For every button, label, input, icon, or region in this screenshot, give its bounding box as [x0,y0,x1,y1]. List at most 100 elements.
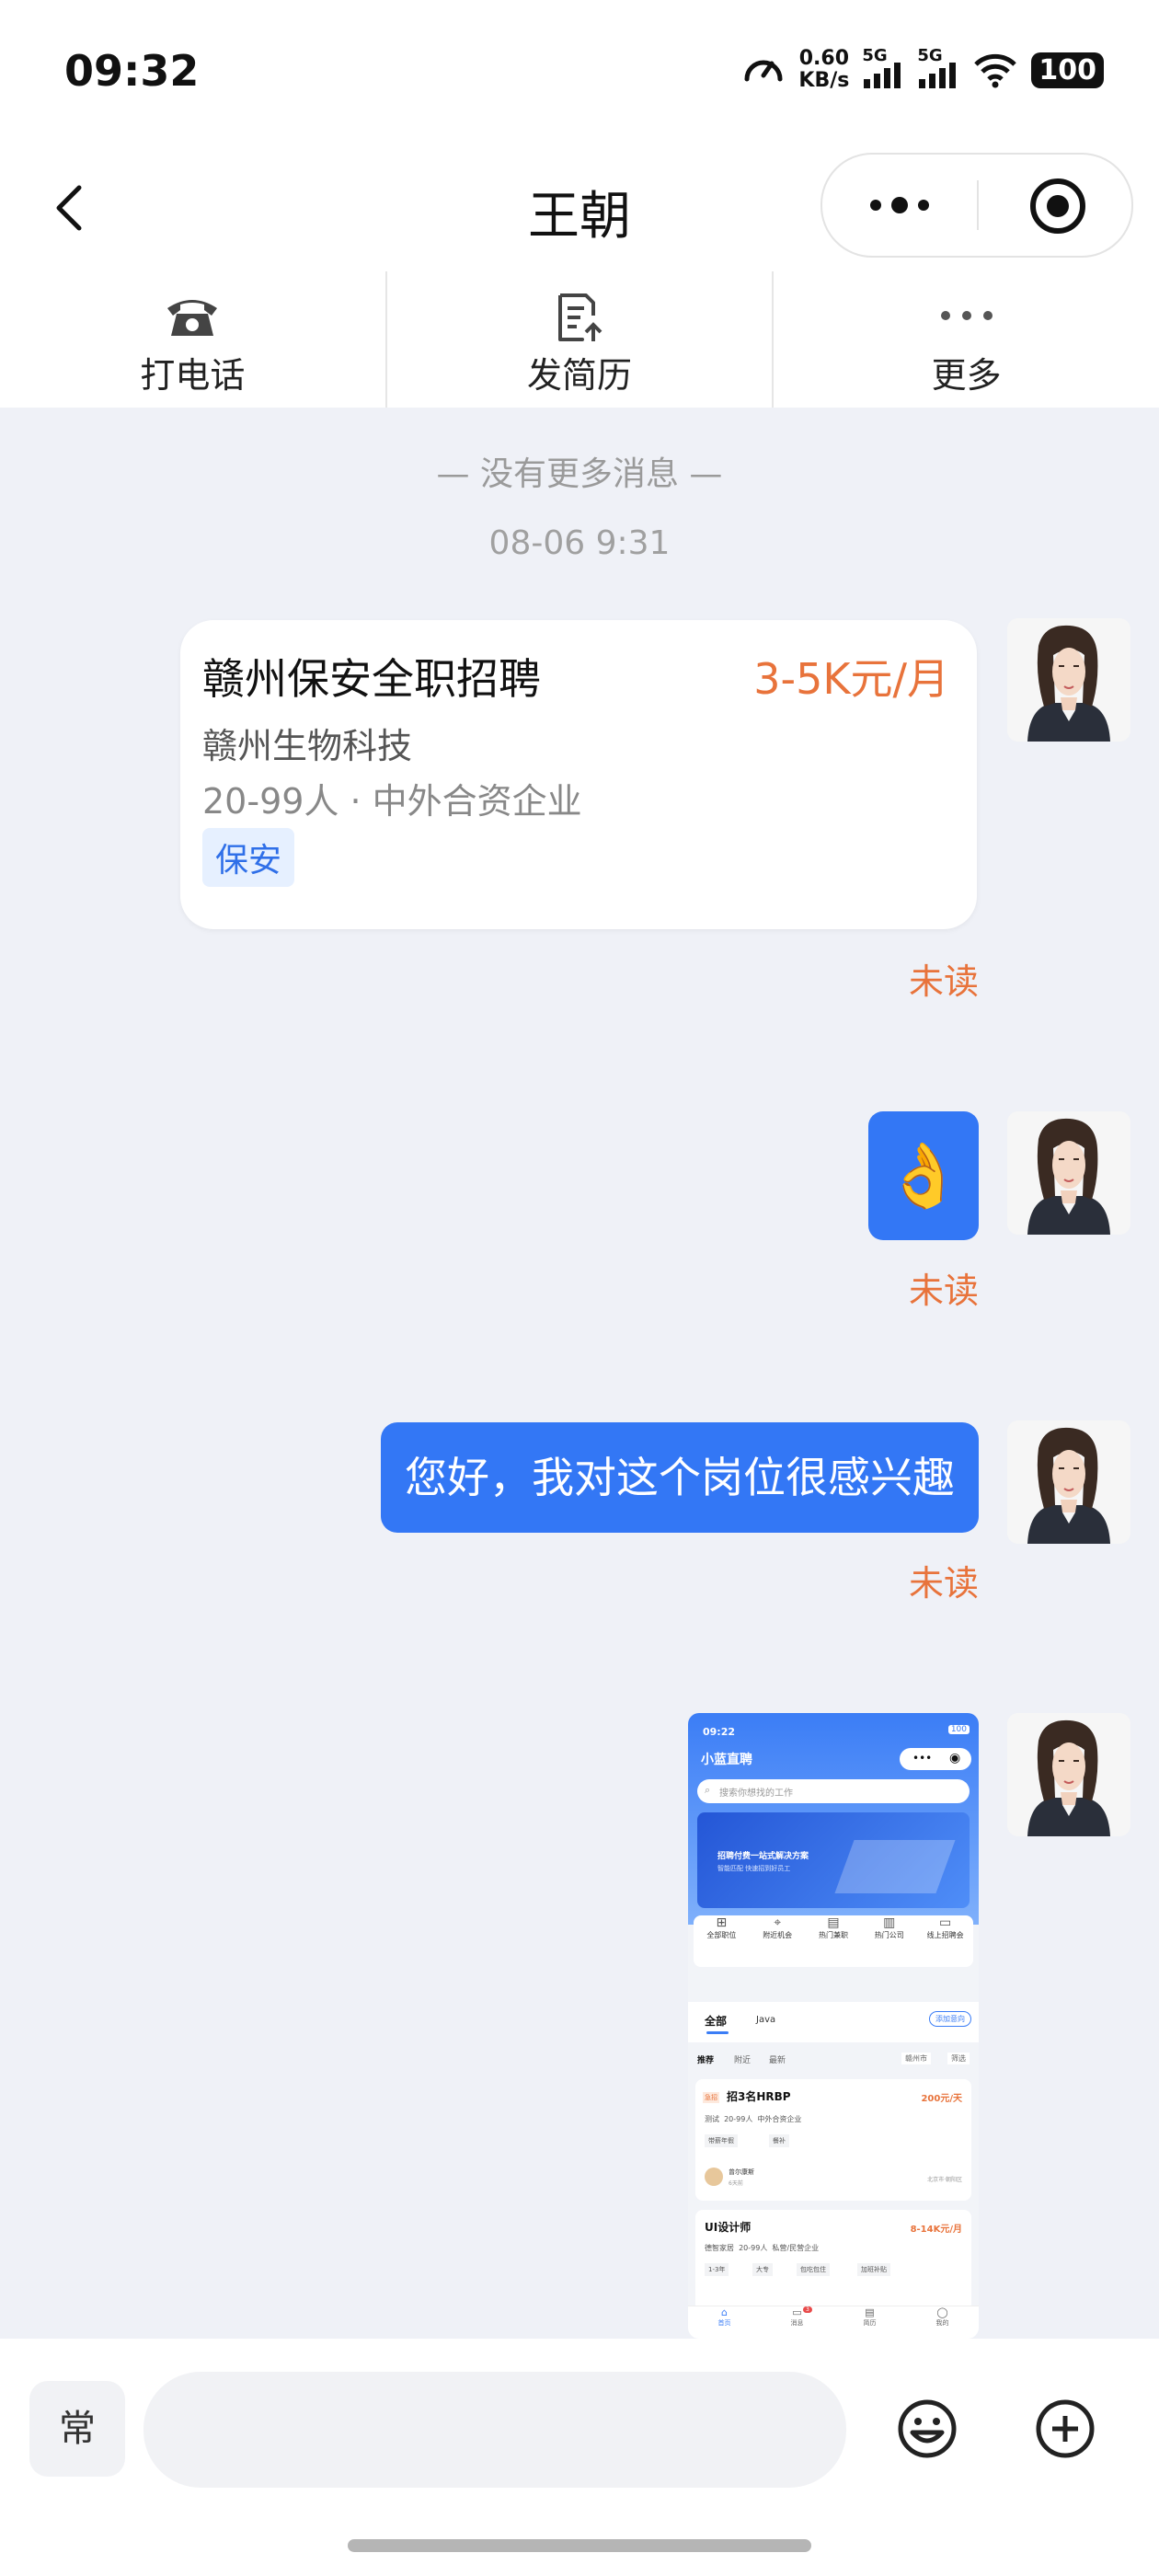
home-indicator[interactable] [348,2539,811,2552]
ok-hand-icon: 👌 [884,1140,963,1213]
mini-profile-icon: ◯ [936,2306,948,2318]
mini-nav-badge: 3 [803,2306,812,2313]
mini-search-icon: ⌕ [705,1784,711,1796]
user-avatar-image [1007,1111,1130,1235]
mini-job-tag: 加班补贴 [857,2263,890,2276]
speedometer-icon [744,60,783,82]
status-time: 09:32 [64,46,200,96]
mini-tab-all: 全部 [705,2015,728,2028]
mini-target-icon: ◉ [949,1751,961,1765]
mini-job-title: 招3名HRBP [727,2090,791,2103]
mini-status-time: 09:22 [703,1726,736,1738]
status-indicators: 0.60 KB/s 5G 5G 100 [741,46,1104,92]
user-avatar-image [1007,1420,1130,1544]
mini-nav-item: ▭ 3 消息 [761,2306,833,2339]
avatar[interactable] [1007,618,1130,742]
emoji-icon[interactable] [896,2398,958,2460]
battery-indicator: 100 [1031,52,1104,88]
mini-filter: 筛选 [947,2053,970,2064]
mini-tab-underline [706,2031,729,2034]
mini-job-salary: 200元/天 [921,2094,962,2104]
mini-doc-icon: ▤ [827,1915,840,1930]
mini-search-placeholder: 搜索你想找的工作 [719,1788,793,1799]
mini-job-tag: 包吃包住 [797,2263,830,2276]
resume-send-icon [558,293,602,341]
text-message[interactable]: 您好，我对这个岗位很感兴趣 [381,1422,979,1533]
mini-more-icon: ••• [912,1752,933,1765]
mini-search-bar: ⌕ 搜索你想找的工作 [697,1779,970,1803]
message-input[interactable] [143,2372,846,2488]
mini-nav-item: ◯ 我的 [906,2306,979,2339]
mini-recruiter-avatar [705,2168,723,2186]
call-label: 打电话 [140,355,246,396]
more-label: 更多 [931,355,1002,396]
mini-subtab-row: 推荐 附近 最新 赣州市 筛选 [688,2046,979,2072]
mini-bottom-nav: ⌂ 首页 ▭ 3 消息 ▤ 简历 ◯ 我的 [688,2306,979,2339]
mini-category: ⌖ 附近机会 [750,1915,806,1967]
mini-grid-icon: ⊞ [716,1915,728,1930]
mini-subtab: 最新 [769,2056,786,2065]
call-button[interactable]: 打电话 [0,271,385,408]
close-target-icon[interactable] [1028,177,1087,236]
read-status: 未读 [908,1563,979,1604]
mini-job-meta: 德智家居 20-99人 私营/民营企业 [705,2244,820,2252]
mini-job-salary: 8-14K元/月 [910,2225,962,2235]
mini-tab-java: Java [756,2015,776,2025]
mini-subtab: 推荐 [697,2056,715,2065]
mini-job-tag: 餐补 [769,2134,789,2147]
user-avatar-image [1007,1713,1130,1836]
mini-capsule: ••• ◉ [900,1748,971,1770]
mini-category: ▥ 热门公司 [861,1915,917,1967]
wifi-icon [974,53,1017,88]
mini-chat-icon: ▭ [938,1915,952,1930]
capsule-divider [977,180,979,230]
more-menu-icon[interactable] [861,190,938,221]
mini-nav-item: ▤ 简历 [833,2306,906,2339]
mini-tab-row: 全部 Java 添加意向 [688,2002,979,2042]
no-more-messages: — 没有更多消息 — [436,455,723,493]
mini-category-row: ⊞ 全部职位 ⌖ 附近机会 ▤ 热门兼职 ▥ 热门公司 ▭ 线上招聘会 [694,1915,973,1967]
avatar[interactable] [1007,1713,1130,1836]
message-timestamp: 08-06 9:31 [488,524,671,562]
emoji-message[interactable]: 👌 [868,1111,979,1240]
quick-reply-button[interactable]: 常 [29,2381,125,2477]
network-type-1: 5G [862,46,888,65]
more-dots-icon [940,311,993,320]
send-resume-label: 发简历 [527,355,633,396]
mini-recruiter-time: 6天前 [729,2180,743,2187]
mini-job-tag: 大专 [752,2263,773,2276]
action-bar: 打电话 发简历 更多 [0,271,1159,408]
mini-banner-title: 招聘付费一站式解决方案 [717,1852,809,1861]
more-button[interactable]: 更多 [772,271,1159,408]
job-card[interactable]: 赣州保安全职招聘 3-5K元/月 赣州生物科技 20-99人 · 中外合资企业 … [180,620,977,929]
mini-add-intent: 添加意向 [929,2011,971,2027]
add-icon[interactable] [1034,2398,1096,2460]
signal-icon: 5G [917,46,959,88]
mini-resume-icon: ▤ [865,2306,875,2318]
mini-home-icon: ⌂ [721,2306,728,2318]
mini-subtab: 附近 [734,2056,752,2065]
mini-banner: 招聘付费一站式解决方案 智能匹配 快速招到好员工 [697,1812,970,1908]
mini-job-card: UI设计师 8-14K元/月 德智家居 20-99人 私营/民营企业 1-3年 … [695,2210,971,2311]
job-company: 赣州生物科技 [202,726,413,766]
mini-app-title: 小蓝直聘 [701,1753,752,1767]
mini-location-icon: ⌖ [774,1915,782,1930]
read-status: 未读 [908,1271,979,1311]
status-bar: 09:32 0.60 KB/s 5G 5G 100 [0,0,1159,147]
avatar[interactable] [1007,1111,1130,1235]
mini-job-title: UI设计师 [705,2221,752,2234]
job-salary: 3-5K元/月 [753,654,949,704]
avatar[interactable] [1007,1420,1130,1544]
mini-message-icon: ▭ [792,2306,802,2318]
user-avatar-image [1007,618,1130,742]
phone-icon [167,300,218,336]
image-message[interactable]: 09:22 100 小蓝直聘 ••• ◉ ⌕ 搜索你想找的工作 招聘付费一站式解… [688,1713,979,2339]
mini-building-icon: ▥ [883,1915,896,1930]
chat-header: 王朝 [0,147,1159,271]
mini-banner-sub: 智能匹配 快速招到好员工 [717,1865,791,1872]
network-speed: 0.60 KB/s [798,48,849,92]
mini-recruiter-name: 曾尔康斯 [729,2168,754,2176]
send-resume-button[interactable]: 发简历 [384,271,773,408]
job-title: 赣州保安全职招聘 [202,654,541,704]
network-type-2: 5G [917,46,943,65]
